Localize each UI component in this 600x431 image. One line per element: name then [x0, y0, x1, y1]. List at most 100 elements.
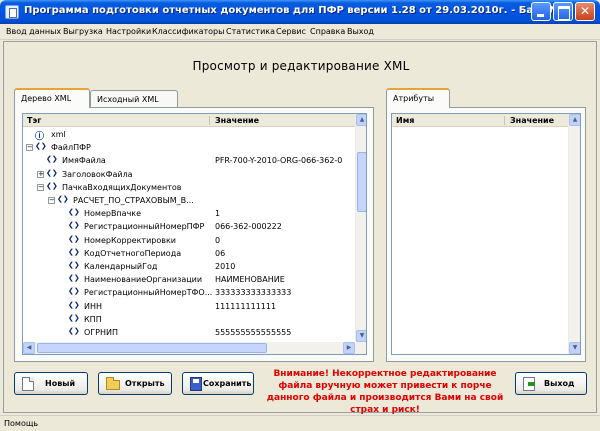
tree-horizontal-scrollbar[interactable]: ◀ ▶: [23, 342, 366, 354]
new-button-label: Новый: [45, 379, 76, 388]
menu-service[interactable]: Сервис: [276, 27, 306, 36]
collapse-node-button[interactable]: −: [48, 197, 55, 204]
exit-button[interactable]: Выход: [515, 372, 587, 395]
tree-row-tag: ИНН: [84, 301, 103, 311]
tab-attributes[interactable]: Атрибуты: [386, 88, 450, 108]
tab-xml-tree[interactable]: Дерево XML: [14, 88, 90, 108]
tree-row[interactable]: ❮❯ НомерВпачке 1: [23, 207, 353, 220]
tree-vertical-scrollbar[interactable]: ▲ ▼: [355, 114, 366, 342]
tag-icon: ❮❯: [57, 195, 69, 203]
column-header-attr-value[interactable]: Значение: [510, 116, 554, 125]
tree-row-tag: КалендарныйГод: [84, 262, 158, 271]
scroll-left-button[interactable]: ◀: [23, 342, 35, 354]
tree-row-value: 333333333333333: [215, 288, 292, 298]
xml-tree-grid[interactable]: Тэг Значение ⓘ xml − ❮❯ ФайлПФР ❮❯ ИмяФайла PFR…: [22, 113, 367, 355]
tree-row[interactable]: ❮❯ ИмяФайла PFR-700-Y-2010-ORG-066-362-0: [23, 154, 353, 167]
tag-icon: ❮❯: [68, 274, 80, 283]
window-title: Программа подготовки отчетных документов…: [24, 5, 569, 16]
save-button[interactable]: Сохранить: [182, 372, 254, 395]
tree-row[interactable]: ❮❯ НомерКорректировки 0: [23, 234, 353, 247]
tag-icon: ❮❯: [68, 313, 80, 322]
tree-row-value: 066-362-000222: [215, 222, 282, 232]
info-icon: ⓘ: [35, 132, 45, 142]
tree-row-tag: РегистрационныйНомерПФР: [84, 222, 205, 232]
menu-bar: Ввод данных Выгрузка Настройки Классифик…: [0, 24, 600, 40]
menu-help[interactable]: Справка: [310, 27, 345, 36]
menu-statistics[interactable]: Статистика: [226, 27, 275, 36]
tag-icon: ❮❯: [68, 300, 80, 309]
tree-row[interactable]: ❮❯ НаименованиеОрганизации НАИМЕНОВАНИЕ: [23, 273, 353, 286]
scroll-right-button[interactable]: ▶: [343, 342, 355, 354]
warning-message: Внимание! Некорректное редактирование фа…: [266, 369, 504, 415]
menu-classifiers[interactable]: Классификаторы: [152, 27, 224, 36]
open-button-label: Открыть: [125, 379, 165, 388]
open-button[interactable]: Открыть: [98, 372, 172, 395]
tree-row-value: 0: [215, 235, 221, 245]
tree-row-tag: НомерКорректировки: [84, 235, 177, 245]
tree-row[interactable]: ❮❯ РегистрационныйНомерТФО... 333333333333…: [23, 286, 353, 299]
expand-node-button[interactable]: +: [37, 170, 44, 178]
tree-row-tag: КПП: [84, 314, 102, 324]
tree-row[interactable]: − ❮❯ ПачкаВходящихДокументов: [23, 181, 353, 194]
tag-icon: ❮❯: [68, 208, 80, 217]
tree-row-tag: xml: [51, 130, 66, 139]
tree-row-tag: ЗаголовокФайла: [62, 169, 133, 179]
column-header-tag[interactable]: Тэг: [27, 116, 41, 125]
collapse-node-button[interactable]: −: [26, 144, 33, 152]
tree-row-tag: ФайлПФР: [51, 143, 91, 153]
tree-row-tag: ПачкаВходящихДокументов: [62, 182, 182, 192]
exit-icon: [523, 377, 535, 391]
tree-row[interactable]: ⓘ xml: [23, 128, 353, 142]
attributes-grid[interactable]: Имя Значение ▲ ▼: [391, 113, 581, 355]
maximize-button[interactable]: [553, 2, 573, 21]
tag-icon: ❮❯: [68, 234, 80, 243]
app-icon: [5, 5, 19, 19]
status-bar: Помощь: [0, 415, 600, 431]
tree-row-tag: ИмяФайла: [62, 156, 106, 166]
scroll-down-button[interactable]: ▼: [569, 342, 580, 354]
tree-grid-header: Тэг Значение: [23, 114, 357, 127]
tag-icon: ❮❯: [46, 168, 58, 177]
tree-row-value: PFR-700-Y-2010-ORG-066-362-0: [215, 156, 343, 166]
tree-row[interactable]: ❮❯ ОГРНИП 555555555555555: [23, 326, 353, 339]
tag-icon: ❮❯: [35, 142, 47, 151]
tag-icon: ❮❯: [68, 327, 80, 335]
tree-row[interactable]: ❮❯ ИНН 111111111111: [23, 300, 353, 313]
tree-row-tag: РАСЧЕТ_ПО_СТРАХОВЫМ_В...: [73, 196, 194, 205]
column-header-value[interactable]: Значение: [215, 116, 259, 125]
scroll-up-button[interactable]: ▲: [356, 114, 366, 126]
tree-row-tag: ОГРНИП: [84, 328, 119, 337]
scroll-down-button[interactable]: ▼: [356, 330, 366, 342]
attributes-grid-header: Имя Значение: [392, 114, 568, 127]
column-header-name[interactable]: Имя: [396, 116, 414, 125]
attributes-vertical-scrollbar[interactable]: ▲ ▼: [568, 114, 580, 354]
hscroll-thumb[interactable]: [37, 343, 267, 353]
tree-row[interactable]: + ❮❯ ЗаголовокФайла: [23, 168, 353, 181]
tree-row[interactable]: ❮❯ РегистрационныйНомерПФР 066-362-000222: [23, 220, 353, 233]
tree-row[interactable]: − ❮❯ РАСЧЕТ_ПО_СТРАХОВЫМ_В...: [23, 194, 353, 207]
close-button[interactable]: ✕: [575, 2, 595, 21]
tree-row-value: НАИМЕНОВАНИЕ: [215, 275, 285, 285]
menu-data-entry[interactable]: Ввод данных: [6, 27, 61, 36]
exit-button-label: Выход: [544, 379, 575, 388]
scroll-up-button[interactable]: ▲: [569, 114, 580, 126]
tree-row-value: 111111111111: [215, 301, 277, 311]
minimize-button[interactable]: [531, 2, 551, 21]
tree-row[interactable]: − ❮❯ ФайлПФР: [23, 141, 353, 154]
tree-row[interactable]: ❮❯ КодОтчетногоПериода 06: [23, 247, 353, 260]
title-bar[interactable]: Программа подготовки отчетных документов…: [0, 0, 600, 24]
tab-source-xml[interactable]: Исходный XML: [90, 90, 178, 108]
tree-row-value: 1: [215, 209, 221, 219]
menu-settings[interactable]: Настройки: [106, 27, 151, 36]
tag-icon: ❮❯: [68, 287, 80, 296]
tree-row[interactable]: ❮❯ КПП: [23, 313, 353, 326]
page-heading: Просмотр и редактирование XML: [192, 59, 410, 73]
scroll-thumb[interactable]: [357, 152, 366, 212]
menu-export[interactable]: Выгрузка: [63, 27, 103, 36]
save-button-label: Сохранить: [203, 379, 252, 388]
tag-icon: ❮❯: [68, 221, 80, 230]
new-button[interactable]: Новый: [14, 372, 88, 395]
collapse-node-button[interactable]: −: [37, 183, 44, 191]
tree-row[interactable]: ❮❯ КалендарныйГод 2010: [23, 260, 353, 273]
menu-exit[interactable]: Выход: [347, 27, 374, 36]
